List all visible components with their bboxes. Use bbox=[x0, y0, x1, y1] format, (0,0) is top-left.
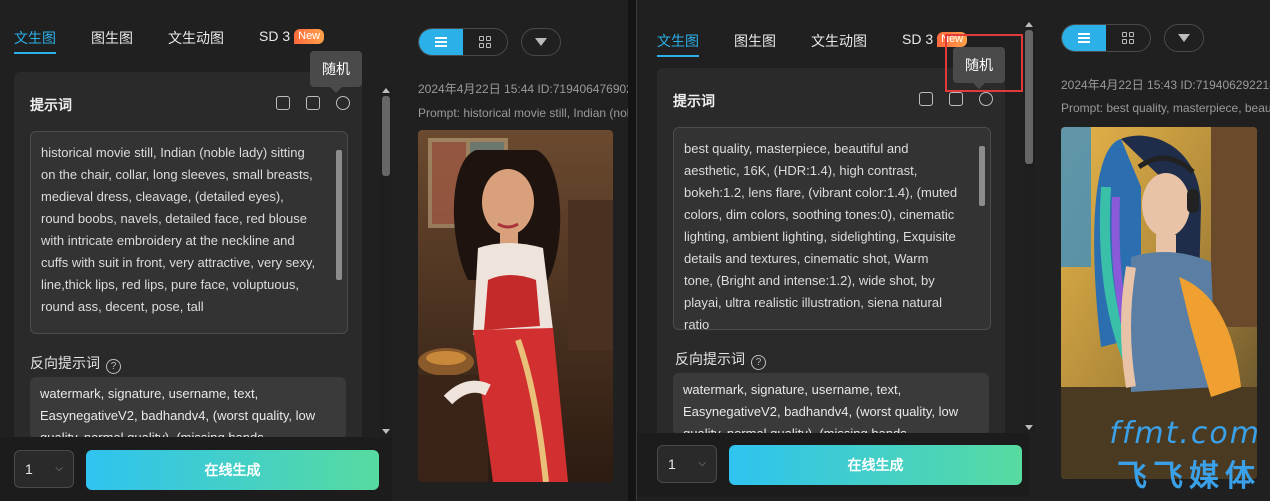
tab-image-to-image[interactable]: 图生图 bbox=[734, 31, 776, 57]
generate-bar: 1 ⌵ 在线生成 bbox=[637, 433, 1029, 497]
prompt-input[interactable]: best quality, masterpiece, beautiful and… bbox=[673, 127, 991, 330]
result-meta: 2024年4月22日 15:44 ID:7194064769024 bbox=[418, 82, 628, 96]
panel-scroll-thumb[interactable] bbox=[382, 96, 390, 176]
tab-image-to-image[interactable]: 图生图 bbox=[91, 28, 133, 54]
random-tooltip: 随机 bbox=[310, 51, 362, 93]
view-toggle bbox=[1061, 24, 1151, 52]
history-icon[interactable] bbox=[306, 96, 320, 110]
generated-portrait-illustration bbox=[418, 130, 613, 482]
prompt-input[interactable]: historical movie still, Indian (noble la… bbox=[30, 131, 348, 334]
prompt-title: 提示词 bbox=[673, 93, 715, 109]
panel-scrollbar[interactable] bbox=[380, 86, 392, 436]
highlight-box bbox=[945, 34, 1023, 92]
list-view-button[interactable] bbox=[1062, 25, 1106, 51]
prompt-scroll-thumb[interactable] bbox=[336, 150, 342, 280]
result-prompt-preview: Prompt: historical movie still, Indian (… bbox=[418, 106, 628, 120]
prompt-toolbar bbox=[919, 92, 993, 106]
filter-button[interactable] bbox=[1164, 24, 1204, 52]
list-icon bbox=[1078, 33, 1090, 43]
grid-view-button[interactable] bbox=[1106, 25, 1150, 51]
grid-view-button[interactable] bbox=[463, 29, 507, 55]
new-badge: New bbox=[294, 29, 325, 44]
filter-button[interactable] bbox=[521, 28, 561, 56]
negative-title-text: 反向提示词 bbox=[30, 355, 100, 371]
scroll-down-arrow[interactable] bbox=[1025, 425, 1033, 430]
prompt-scroll-thumb[interactable] bbox=[979, 146, 985, 206]
filter-icon bbox=[1178, 34, 1190, 42]
prompt-scrollbar[interactable] bbox=[978, 138, 986, 319]
tab-text-to-animation[interactable]: 文生动图 bbox=[811, 31, 867, 57]
generate-bar: 1 ⌵ 在线生成 bbox=[0, 437, 392, 501]
prompt-scrollbar[interactable] bbox=[335, 142, 343, 323]
mode-tabs: 文生图 图生图 文生动图 SD 3 New bbox=[14, 28, 359, 54]
prompt-text: historical movie still, Indian (noble la… bbox=[41, 145, 316, 314]
generate-button[interactable]: 在线生成 bbox=[729, 445, 1022, 485]
result-meta: 2024年4月22日 15:43 ID:7194062922188 bbox=[1061, 78, 1270, 92]
negative-title-text: 反向提示词 bbox=[675, 351, 745, 367]
dice-icon[interactable] bbox=[336, 96, 350, 110]
negative-prompt-input[interactable]: watermark, signature, username, text, Ea… bbox=[673, 373, 989, 435]
help-icon[interactable]: ? bbox=[751, 355, 766, 370]
result-image[interactable] bbox=[418, 130, 613, 482]
image-icon[interactable] bbox=[919, 92, 933, 106]
prompt-toolbar bbox=[276, 96, 350, 110]
panel-scroll-thumb[interactable] bbox=[1025, 30, 1033, 164]
left-window: 文生图 图生图 文生动图 SD 3 New 随机 提示词 historical m… bbox=[0, 0, 628, 501]
quantity-select[interactable]: 1 ⌵ bbox=[657, 445, 717, 483]
grid-icon bbox=[1122, 32, 1134, 44]
scroll-up-arrow[interactable] bbox=[1025, 22, 1033, 27]
quantity-select[interactable]: 1 ⌵ bbox=[14, 450, 74, 488]
tab-sd3-label: SD 3 bbox=[259, 28, 291, 44]
right-window: 文生图 图生图 文生动图 SD 3 New 随机 提示词 best quality… bbox=[636, 0, 1270, 501]
site-watermark: ffmt.com 飞飞媒体 bbox=[1109, 416, 1261, 495]
scroll-up-arrow[interactable] bbox=[382, 88, 390, 93]
list-icon bbox=[435, 37, 447, 47]
tab-text-to-animation[interactable]: 文生动图 bbox=[168, 28, 224, 54]
help-icon[interactable]: ? bbox=[106, 359, 121, 374]
negative-prompt-input[interactable]: watermark, signature, username, text, Ea… bbox=[30, 377, 346, 439]
watermark-domain: ffmt.com bbox=[1109, 416, 1261, 451]
grid-icon bbox=[479, 36, 491, 48]
panel-scrollbar[interactable] bbox=[1023, 20, 1035, 432]
tab-text-to-image[interactable]: 文生图 bbox=[14, 28, 56, 54]
tab-sd3-label: SD 3 bbox=[902, 31, 934, 47]
prompt-text: best quality, masterpiece, beautiful and… bbox=[684, 141, 958, 330]
result-prompt-preview: Prompt: best quality, masterpiece, beaut bbox=[1061, 101, 1270, 115]
quantity-value: 1 bbox=[668, 456, 676, 472]
chevron-down-icon: ⌵ bbox=[55, 463, 63, 474]
watermark-brand: 飞飞媒体 bbox=[1117, 459, 1261, 494]
prompt-title: 提示词 bbox=[30, 97, 72, 113]
history-icon[interactable] bbox=[949, 92, 963, 106]
generate-button[interactable]: 在线生成 bbox=[86, 450, 379, 490]
scroll-down-arrow[interactable] bbox=[382, 429, 390, 434]
dice-icon[interactable] bbox=[979, 92, 993, 106]
window-divider bbox=[628, 0, 636, 501]
quantity-value: 1 bbox=[25, 461, 33, 477]
filter-icon bbox=[535, 38, 547, 46]
view-toggle bbox=[418, 28, 508, 56]
negative-text: watermark, signature, username, text, Ea… bbox=[683, 382, 959, 435]
negative-title: 反向提示词? bbox=[30, 353, 121, 374]
negative-text: watermark, signature, username, text, Ea… bbox=[40, 386, 316, 439]
chevron-down-icon: ⌵ bbox=[698, 458, 706, 469]
image-icon[interactable] bbox=[276, 96, 290, 110]
list-view-button[interactable] bbox=[419, 29, 463, 55]
negative-title: 反向提示词? bbox=[675, 349, 766, 370]
tab-text-to-image[interactable]: 文生图 bbox=[657, 31, 699, 57]
